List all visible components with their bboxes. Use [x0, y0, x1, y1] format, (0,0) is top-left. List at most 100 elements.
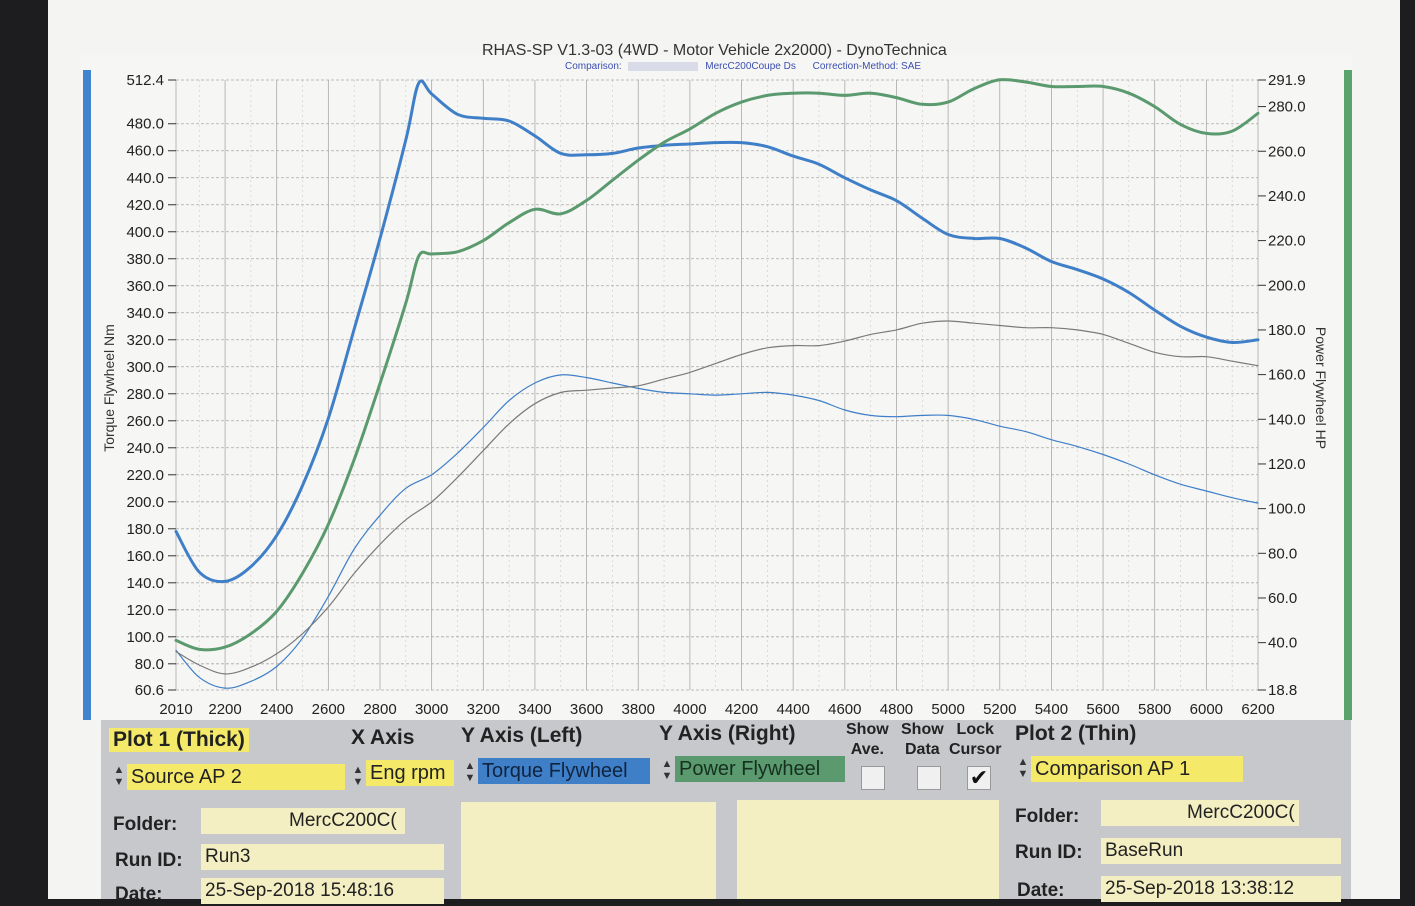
y-left-tick-label: 120.0: [126, 602, 164, 619]
x-tick-label: 3600: [570, 701, 603, 718]
right-axis-bar: [1344, 70, 1352, 720]
y-right-tick-label: 140.0: [1268, 411, 1306, 428]
x-tick-label: 3200: [467, 701, 500, 718]
left-date-label: Date:: [115, 884, 163, 905]
control-panel: Plot 1 (Thick) ▲ ▼ Source AP 2 X Axis ▲ ▼ …: [101, 720, 1351, 905]
x-tick-label: 4200: [725, 701, 758, 718]
chart-title: RHAS-SP V1.3-03 (4WD - Motor Vehicle 2x2…: [482, 42, 947, 59]
y-right-label: Y Axis (Right): [659, 722, 796, 745]
show-ave-checkbox[interactable]: [861, 766, 885, 790]
y-right-tick-label: 100.0: [1268, 501, 1306, 518]
right-date-field[interactable]: 25-Sep-2018 13:38:12: [1101, 876, 1341, 902]
y-right-tick-label: 280.0: [1268, 99, 1306, 116]
y-left-tick-label: 380.0: [126, 251, 164, 268]
left-folder-field[interactable]: MercC200C(: [201, 808, 405, 834]
y-left-spinner-icon[interactable]: ▲ ▼: [464, 760, 476, 786]
x-tick-label: 5000: [931, 701, 964, 718]
x-tick-label: 5200: [983, 701, 1016, 718]
y-left-tick-label: 260.0: [126, 413, 164, 430]
show-data-checkbox[interactable]: [917, 766, 941, 790]
left-folder-label: Folder:: [113, 814, 178, 835]
y-right-tick-label: 120.0: [1268, 456, 1306, 473]
x-tick-label: 2800: [363, 701, 396, 718]
y-left-tick-label: 160.0: [126, 548, 164, 565]
lock-cursor-label-2: Cursor: [949, 741, 1002, 758]
y-left-tick-label: 280.0: [126, 386, 164, 403]
right-folder-label: Folder:: [1015, 806, 1080, 827]
y-right-tick-label: 291.9: [1268, 72, 1306, 89]
left-date-field[interactable]: 25-Sep-2018 15:48:16: [201, 878, 444, 904]
y-right-spinner-icon[interactable]: ▲ ▼: [661, 758, 673, 784]
y-left-tick-label: 320.0: [126, 332, 164, 349]
y-left-tick-label: 460.0: [126, 143, 164, 160]
y-left-tick-label: 140.0: [126, 575, 164, 592]
show-ave-label-2: Ave.: [850, 741, 884, 758]
left-axis-bar: [83, 70, 91, 720]
y-left-tick-label: 400.0: [126, 224, 164, 241]
plot2-label: Plot 2 (Thin): [1015, 722, 1137, 745]
left-runid-label: Run ID:: [115, 850, 183, 871]
plot1-label: Plot 1 (Thick): [109, 728, 249, 752]
lock-cursor-label-1: Lock: [956, 721, 994, 738]
y-left-tick-label: 420.0: [126, 197, 164, 214]
y-left-tick-label: 200.0: [126, 494, 164, 511]
left-notes-area[interactable]: [461, 802, 716, 899]
show-ave-label-1: Show: [846, 721, 889, 738]
y-left-tick-label: 100.0: [126, 629, 164, 646]
show-data-label-1: Show: [901, 721, 944, 738]
y-right-tick-label: 240.0: [1268, 188, 1306, 205]
comparison-label: Comparison:: [565, 61, 622, 72]
right-runid-field[interactable]: BaseRun: [1101, 838, 1341, 864]
x-tick-label: 4600: [828, 701, 861, 718]
right-notes-area[interactable]: [737, 800, 999, 899]
y-left-tick-label: 512.4: [126, 72, 164, 89]
lock-cursor-label: Lock Cursor: [949, 720, 1001, 760]
y-right-tick-label: 160.0: [1268, 367, 1306, 384]
show-ave-label: Show Ave.: [846, 720, 889, 760]
lock-cursor-checkbox[interactable]: ✔: [967, 766, 991, 790]
x-tick-label: 6000: [1190, 701, 1223, 718]
plot2-spinner-icon[interactable]: ▲ ▼: [1017, 756, 1029, 782]
x-tick-label: 3000: [415, 701, 448, 718]
x-tick-label: 2600: [312, 701, 345, 718]
x-axis-label: X Axis: [351, 726, 415, 749]
y-left-tick-label: 80.0: [135, 656, 164, 673]
y-left-tick-label: 480.0: [126, 116, 164, 133]
left-runid-field[interactable]: Run3: [201, 844, 444, 870]
y-right-tick-label: 18.8: [1268, 682, 1297, 699]
x-axis-spinner-icon[interactable]: ▲ ▼: [352, 764, 364, 790]
y-right-tick-label: 220.0: [1268, 233, 1306, 250]
plot1-spinner-icon[interactable]: ▲ ▼: [113, 764, 125, 790]
comparison-line: Comparison: MercC200Coupe Ds Correction-…: [565, 61, 921, 72]
x-axis-select[interactable]: Eng rpm: [366, 760, 454, 786]
y-left-label: Y Axis (Left): [461, 724, 583, 747]
y-right-tick-label: 260.0: [1268, 143, 1306, 160]
y-axis-right-label: Power Flywheel HP: [1313, 327, 1329, 449]
redacted-block: [628, 61, 699, 71]
comparison-value: MercC200Coupe Ds: [705, 61, 796, 72]
x-tick-label: 5800: [1138, 701, 1171, 718]
y-left-select[interactable]: Torque Flywheel: [478, 758, 650, 784]
plot1-source-select[interactable]: Source AP 2: [127, 764, 345, 790]
x-tick-label: 2010: [159, 701, 192, 718]
x-tick-label: 3800: [622, 701, 655, 718]
y-right-tick-label: 60.0: [1268, 590, 1297, 607]
y-left-tick-label: 440.0: [126, 170, 164, 187]
y-axis-left-label: Torque Flywheel Nm: [101, 324, 117, 452]
y-right-select[interactable]: Power Flywheel: [675, 756, 845, 782]
x-tick-label: 4400: [776, 701, 809, 718]
x-tick-label: 2200: [208, 701, 241, 718]
y-right-tick-label: 80.0: [1268, 545, 1297, 562]
y-left-tick-label: 360.0: [126, 278, 164, 295]
dyno-chart: 512.4 480.0 460.0 440.0 420.0 400.0 380.0 360.0…: [80, 55, 1352, 720]
plot2-source-select[interactable]: Comparison AP 1: [1031, 756, 1243, 782]
y-right-tick-label: 180.0: [1268, 322, 1306, 339]
x-tick-label: 3400: [518, 701, 551, 718]
show-data-label: Show Data: [901, 720, 944, 760]
y-left-tick-label: 340.0: [126, 305, 164, 322]
x-tick-label: 5600: [1086, 701, 1119, 718]
y-left-tick-label: 300.0: [126, 359, 164, 376]
right-runid-label: Run ID:: [1015, 842, 1083, 863]
right-folder-field[interactable]: MercC200C(: [1101, 800, 1299, 826]
x-tick-label: 2400: [260, 701, 293, 718]
